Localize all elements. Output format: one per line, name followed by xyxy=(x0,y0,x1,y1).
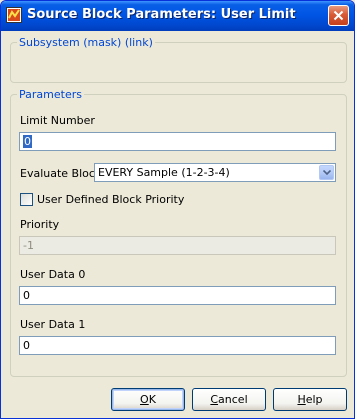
help-button[interactable]: Help xyxy=(273,388,347,411)
limit-number-label: Limit Number xyxy=(20,114,95,127)
cancel-button[interactable]: Cancel xyxy=(192,388,266,411)
limit-number-value: 0 xyxy=(23,135,32,148)
parameters-group-legend: Parameters xyxy=(17,88,84,101)
close-icon xyxy=(333,10,344,21)
evaluate-block-dropdown-button[interactable] xyxy=(319,165,334,180)
user-data-1-label: User Data 1 xyxy=(20,318,86,331)
close-button[interactable] xyxy=(328,5,349,26)
evaluate-block-select[interactable]: EVERY Sample (1-2-3-4) xyxy=(94,163,336,182)
chevron-down-icon xyxy=(323,170,331,175)
evaluate-block-selected: EVERY Sample (1-2-3-4) xyxy=(98,166,230,179)
subsystem-group-legend: Subsystem (mask) (link) xyxy=(17,36,155,49)
priority-label: Priority xyxy=(20,218,60,231)
window-title: Source Block Parameters: User Limit xyxy=(27,7,296,22)
user-data-1-input[interactable]: 0 xyxy=(19,336,336,355)
simulink-block-icon xyxy=(6,7,22,23)
dialog-window: Source Block Parameters: User Limit Subs… xyxy=(0,0,355,419)
evaluate-block-label: Evaluate Block xyxy=(20,167,102,180)
user-defined-priority-checkbox[interactable] xyxy=(20,193,33,206)
limit-number-input[interactable]: 0 xyxy=(19,132,336,151)
ok-button[interactable]: OK xyxy=(111,388,185,411)
title-bar[interactable]: Source Block Parameters: User Limit xyxy=(1,1,354,31)
user-defined-priority-label[interactable]: User Defined Block Priority xyxy=(37,193,184,206)
priority-input[interactable]: -1 xyxy=(19,236,336,255)
user-data-0-input[interactable]: 0 xyxy=(19,286,336,305)
subsystem-group: Subsystem (mask) (link) xyxy=(10,36,347,83)
user-data-0-label: User Data 0 xyxy=(20,268,86,281)
